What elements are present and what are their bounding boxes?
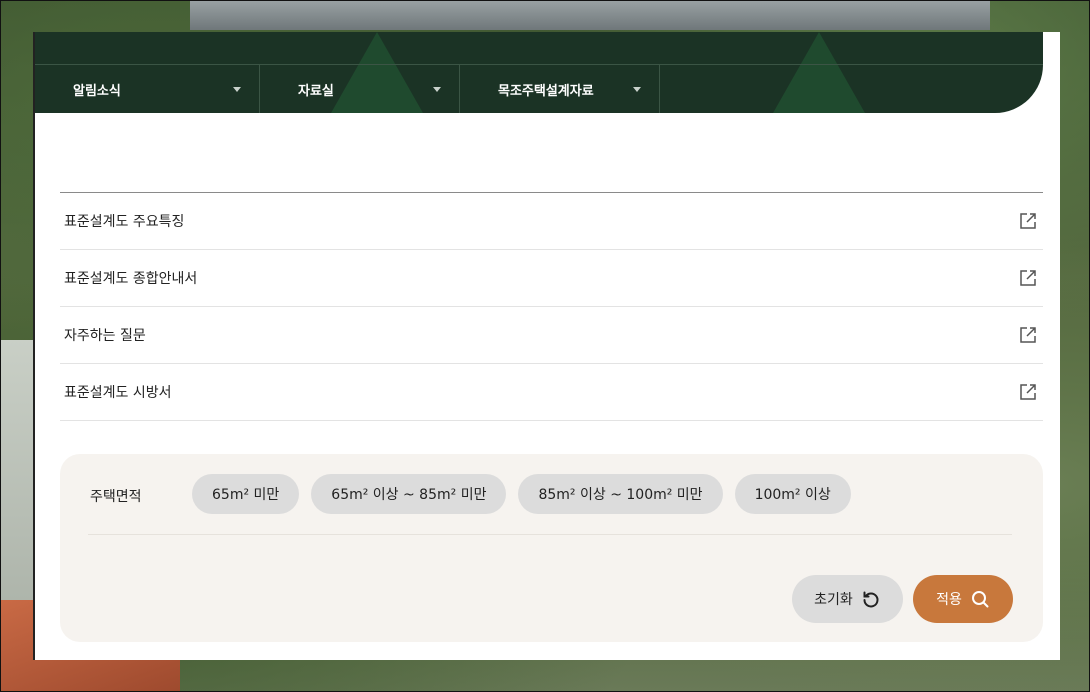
search-icon — [971, 591, 989, 608]
link-label: 표준설계도 주요특징 — [64, 214, 185, 230]
link-label: 자주하는 질문 — [64, 328, 146, 344]
nav-item-label: 목조주택설계자료 — [498, 84, 594, 99]
reset-button[interactable]: 초기화 — [792, 575, 903, 623]
apply-button[interactable]: 적용 — [913, 575, 1013, 623]
filter-options: 65m² 미만 65m² 이상 ~ 85m² 미만 85m² 이상 ~ 100m… — [192, 474, 851, 514]
link-label: 표준설계도 종합안내서 — [64, 271, 198, 287]
link-label: 표준설계도 시방서 — [64, 385, 172, 401]
nav-item-news[interactable]: 알림소식 — [35, 65, 260, 113]
background-wall — [0, 340, 34, 600]
external-link-icon — [1020, 327, 1036, 343]
reset-button-label: 초기화 — [814, 592, 853, 608]
divider — [88, 534, 1012, 535]
nav-item-design-data[interactable]: 목조주택설계자료 — [460, 65, 660, 113]
external-link-icon — [1020, 270, 1036, 286]
filter-chip[interactable]: 65m² 이상 ~ 85m² 미만 — [311, 474, 507, 514]
chevron-down-icon — [433, 87, 441, 92]
nav-item-library[interactable]: 자료실 — [260, 65, 460, 113]
external-link-icon — [1020, 213, 1036, 229]
nav-menu: 알림소식 자료실 목조주택설계자료 — [35, 64, 1043, 113]
link-item-specification[interactable]: 표준설계도 시방서 — [60, 364, 1043, 421]
nav-item-label: 자료실 — [298, 84, 334, 99]
filter-label: 주택면적 — [90, 489, 142, 505]
chevron-down-icon — [633, 87, 641, 92]
background-roof — [190, 0, 990, 30]
link-item-guide[interactable]: 표준설계도 종합안내서 — [60, 250, 1043, 307]
filter-chip[interactable]: 65m² 미만 — [192, 474, 300, 514]
chevron-down-icon — [233, 87, 241, 92]
filter-chip[interactable]: 85m² 이상 ~ 100m² 미만 — [518, 474, 723, 514]
area-filter: 주택면적 65m² 미만 65m² 이상 ~ 85m² 미만 85m² 이상 ~… — [60, 454, 1043, 642]
link-item-faq[interactable]: 자주하는 질문 — [60, 307, 1043, 364]
filter-chip[interactable]: 100m² 이상 — [734, 474, 851, 514]
resource-link-list: 표준설계도 주요특징 표준설계도 종합안내서 자주하는 질문 표준설계도 시방서 — [60, 192, 1043, 421]
dropdown-panel: 알림소식 자료실 목조주택설계자료 표준설계도 주요특징 표준설계도 종합안내서… — [33, 32, 1060, 660]
link-item-features[interactable]: 표준설계도 주요특징 — [60, 193, 1043, 250]
nav-bar: 알림소식 자료실 목조주택설계자료 — [35, 32, 1043, 113]
refresh-icon — [863, 591, 879, 608]
apply-button-label: 적용 — [936, 592, 962, 608]
nav-item-label: 알림소식 — [73, 84, 121, 99]
external-link-icon — [1020, 384, 1036, 400]
